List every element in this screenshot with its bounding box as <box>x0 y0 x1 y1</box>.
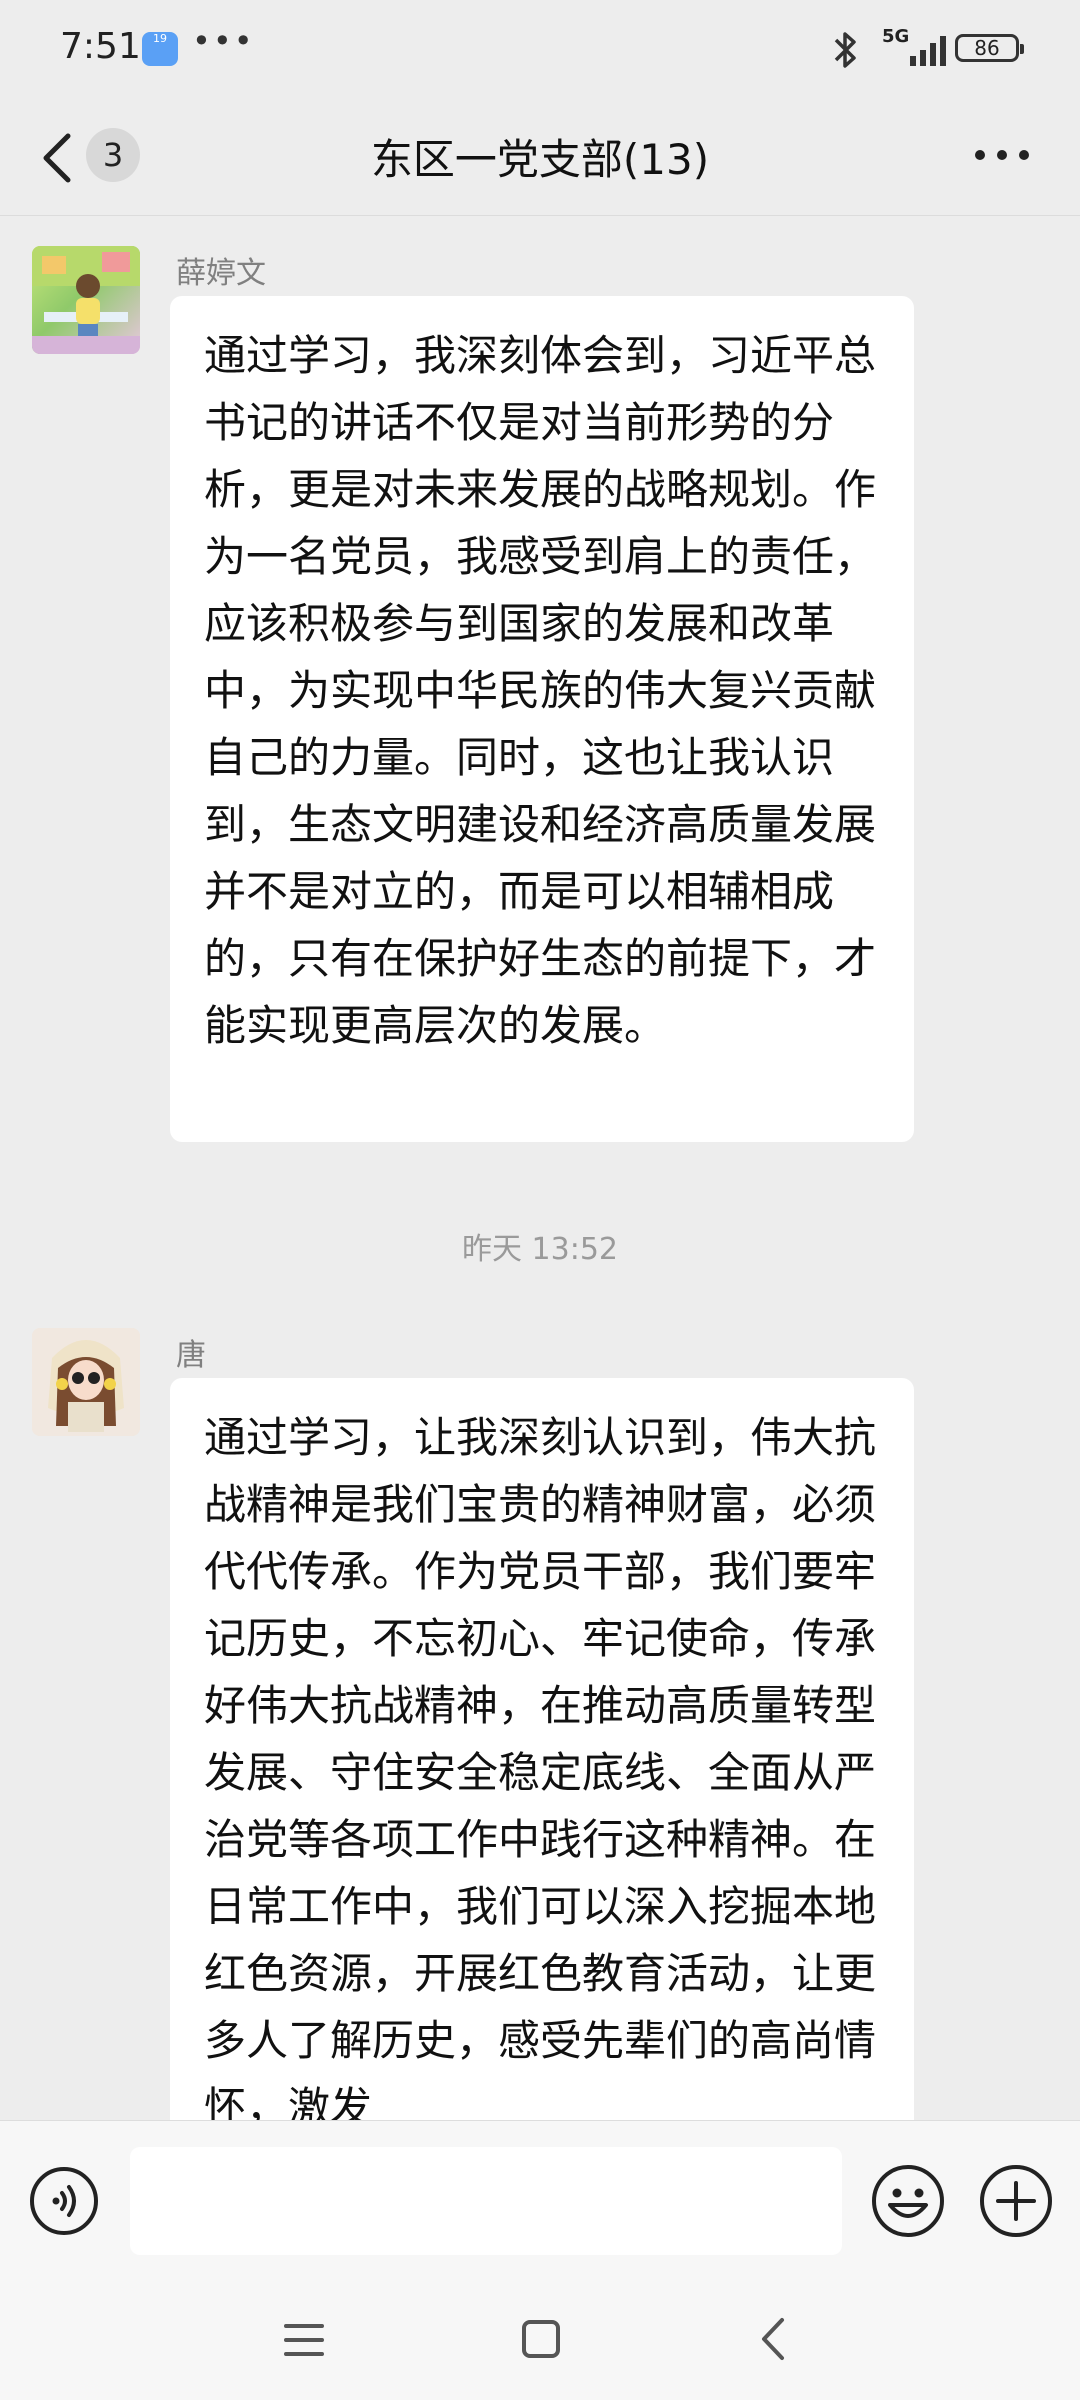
system-nav-bar <box>0 2280 1080 2400</box>
message-input[interactable] <box>130 2147 842 2255</box>
timestamp-separator: 昨天 13:52 <box>462 1232 618 1267</box>
sender-name: 唐 <box>176 1338 206 1373</box>
home-icon[interactable] <box>520 2318 562 2360</box>
sender-name: 薛婷文 <box>176 256 266 291</box>
voice-input-icon[interactable] <box>28 2165 100 2237</box>
more-options-icon[interactable] <box>972 140 1032 170</box>
more-notifications-icon: ••• <box>192 22 255 60</box>
avatar[interactable] <box>32 246 140 354</box>
bluetooth-icon <box>834 32 856 68</box>
battery-icon: 86 <box>955 34 1024 62</box>
signal-icon: 5G <box>882 24 950 68</box>
nav-back-icon[interactable] <box>758 2316 788 2362</box>
weather-icon: 19 <box>142 32 178 66</box>
chat-title: 东区一党支部(13) <box>370 135 710 184</box>
status-bar: 7:51 19 ••• 5G 86 <box>0 0 1080 100</box>
plus-icon[interactable] <box>978 2163 1054 2239</box>
chat-header: 3 东区一党支部(13) <box>0 100 1080 216</box>
emoji-icon[interactable] <box>870 2163 946 2239</box>
input-bar <box>0 2120 1080 2281</box>
status-time: 7:51 <box>60 26 141 67</box>
network-type: 5G <box>882 26 910 47</box>
message-bubble[interactable]: 通过学习，让我深刻认识到，伟大抗战精神是我们宝贵的精神财富，必须代代传承。作为党… <box>170 1378 914 2138</box>
menu-icon[interactable] <box>282 2320 326 2360</box>
avatar[interactable] <box>32 1328 140 1436</box>
message-bubble[interactable]: 通过学习，我深刻体会到，习近平总书记的讲话不仅是对当前形势的分析，更是对未来发展… <box>170 296 914 1142</box>
